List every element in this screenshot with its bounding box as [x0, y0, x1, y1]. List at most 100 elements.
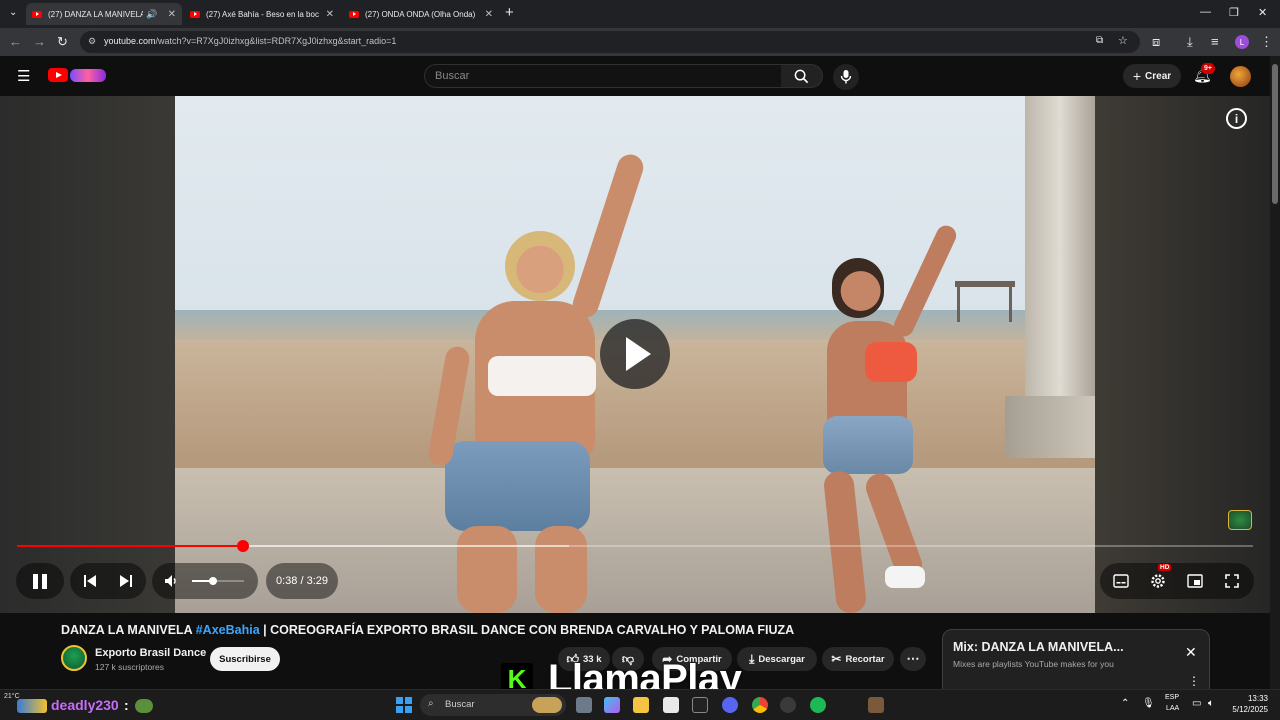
spotify-icon[interactable]: [810, 697, 826, 713]
site-info-icon[interactable]: ⚙: [88, 36, 96, 47]
chat-emote: [135, 699, 153, 713]
next-icon[interactable]: [119, 574, 133, 588]
file-explorer-icon[interactable]: [633, 697, 649, 713]
obs-icon[interactable]: [780, 697, 796, 713]
hashtag-link[interactable]: #AxeBahia: [196, 623, 260, 637]
taskbar-search[interactable]: ⌕ Buscar: [420, 694, 566, 716]
dancer-right-head: [832, 258, 884, 318]
video-frame[interactable]: [175, 96, 1095, 613]
language-top[interactable]: ESP: [1165, 694, 1179, 701]
mix-more-icon[interactable]: ⋮: [1188, 674, 1200, 688]
notification-count-badge: 9+: [1201, 63, 1215, 74]
search-icon: ⌕: [428, 698, 434, 709]
url-text: youtube.com/watch?v=R7XgJ0izhxg&list=RDR…: [104, 36, 396, 46]
big-play-button[interactable]: [600, 319, 670, 389]
previous-icon[interactable]: [83, 574, 97, 588]
extensions-icon[interactable]: ⧈: [1152, 34, 1160, 50]
bookmark-star-icon[interactable]: ☆: [1118, 34, 1128, 47]
volume-icon[interactable]: [164, 574, 179, 588]
scrollbar-thumb[interactable]: [1272, 64, 1278, 204]
youtube-doodle-logo[interactable]: [70, 69, 106, 82]
search-button[interactable]: [781, 64, 823, 88]
hamburger-menu-icon[interactable]: ☰: [17, 67, 30, 85]
channel-watermark-logo[interactable]: [1228, 510, 1252, 530]
miniplayer-icon[interactable]: [1187, 574, 1203, 588]
forward-arrow-icon[interactable]: →: [33, 34, 46, 49]
back-arrow-icon[interactable]: ←: [9, 34, 22, 49]
kick-chat-username: deadly230: [51, 697, 119, 713]
more-horizontal-icon: ⋯: [906, 651, 920, 666]
chrome-icon[interactable]: [752, 697, 768, 713]
search-placeholder: Buscar: [435, 70, 470, 82]
youtube-header: ☰ Buscar + Crear 🔔︎ 9+: [0, 56, 1280, 96]
tab-title: (27) DANZA LA MANIVELA: [48, 9, 144, 19]
minecraft-icon[interactable]: [868, 697, 884, 713]
mix-subtitle: Mixes are playlists YouTube makes for yo…: [953, 659, 1114, 669]
speaker-icon[interactable]: 🔊: [146, 9, 157, 20]
account-avatar[interactable]: [1230, 66, 1251, 87]
tab-close-icon[interactable]: ✕: [485, 9, 493, 20]
dancer-left-shorts: [445, 441, 590, 531]
task-view-icon[interactable]: [576, 697, 592, 713]
tab-close-icon[interactable]: ✕: [326, 9, 334, 20]
channel-avatar[interactable]: [61, 645, 87, 671]
settings-gear-icon[interactable]: [1150, 573, 1166, 589]
discord-icon[interactable]: [722, 697, 738, 713]
tab-onda-onda[interactable]: (27) ONDA ONDA (Olha Onda) ✕: [343, 3, 499, 25]
clip-button[interactable]: ✂ Recortar: [822, 647, 894, 671]
pergola-post: [957, 286, 960, 322]
reload-icon[interactable]: ↻: [57, 34, 68, 50]
epic-games-icon[interactable]: [692, 697, 708, 713]
video-title: DANZA LA MANIVELA #AxeBahia | COREOGRAFÍ…: [61, 623, 794, 637]
create-button[interactable]: + Crear: [1123, 64, 1181, 88]
tab-close-icon[interactable]: ✕: [168, 9, 176, 20]
dancer-left-leg: [457, 526, 517, 613]
fullscreen-icon[interactable]: [1225, 574, 1239, 588]
play-icon: [626, 337, 651, 371]
volume-slider-handle[interactable]: [208, 577, 217, 585]
page-scrollbar[interactable]: [1270, 56, 1280, 689]
downloads-icon[interactable]: ⤓: [1187, 34, 1193, 50]
mix-title[interactable]: Mix: DANZA LA MANIVELA...: [953, 640, 1124, 654]
more-actions-button[interactable]: ⋯: [900, 647, 926, 671]
new-tab-plus-icon[interactable]: +: [505, 4, 514, 21]
youtube-logo-icon[interactable]: [48, 68, 68, 82]
search-input[interactable]: Buscar: [424, 64, 782, 88]
address-bar[interactable]: ⚙ youtube.com/watch?v=R7XgJ0izhxg&list=R…: [80, 31, 1140, 53]
tab-danza-la-manivela[interactable]: (27) DANZA LA MANIVELA 🔊 ✕: [26, 3, 182, 25]
speaker-icon[interactable]: 🔈︎: [1208, 698, 1214, 709]
subscribe-button[interactable]: Suscribirse: [210, 647, 280, 671]
windows-start-icon[interactable]: [396, 697, 412, 713]
subtitles-icon[interactable]: [1113, 574, 1129, 588]
clock-time[interactable]: 13:33: [1232, 694, 1268, 703]
restore-icon[interactable]: ❐: [1229, 6, 1239, 19]
tab-axe-bahia[interactable]: (27) Axé Bahía - Beso en la boc ✕: [184, 3, 340, 25]
volume-group: [152, 563, 258, 599]
profile-avatar[interactable]: L: [1235, 35, 1249, 49]
download-label: Descargar: [758, 653, 805, 665]
download-button[interactable]: ⤓ Descargar: [737, 647, 817, 671]
microsoft-store-icon[interactable]: [663, 697, 679, 713]
info-icon[interactable]: i: [1226, 108, 1247, 129]
pergola-roof: [955, 281, 1015, 287]
copilot-icon[interactable]: [604, 697, 620, 713]
network-icon[interactable]: ▭: [1192, 698, 1201, 709]
tab-search-chevron-icon[interactable]: ⌄: [9, 7, 17, 18]
pergola-post: [1009, 286, 1012, 322]
window-close-icon[interactable]: ✕: [1258, 6, 1267, 19]
video-player[interactable]: i 0:38 / 3:29 HD: [0, 96, 1270, 613]
cast-icon[interactable]: ⧉: [1096, 35, 1103, 46]
close-icon[interactable]: ✕: [1185, 644, 1197, 661]
tray-mic-icon[interactable]: 🎙︎: [1142, 698, 1155, 709]
tray-chevron-icon[interactable]: ⌃: [1121, 698, 1129, 709]
media-control-icon[interactable]: ≡: [1211, 34, 1219, 49]
pause-button[interactable]: [16, 563, 64, 599]
voice-search-button[interactable]: [833, 64, 859, 90]
channel-name[interactable]: Exporto Brasil Dance: [95, 647, 206, 659]
language-bottom[interactable]: LAA: [1166, 705, 1179, 712]
clock-date[interactable]: 5/12/2025: [1222, 705, 1268, 714]
start-tile: [396, 706, 403, 713]
minimize-icon[interactable]: —: [1200, 6, 1211, 18]
browser-toolbar: ← → ↻ ⚙ youtube.com/watch?v=R7XgJ0izhxg&…: [0, 28, 1280, 56]
browser-menu-icon[interactable]: ⋮: [1260, 34, 1273, 50]
